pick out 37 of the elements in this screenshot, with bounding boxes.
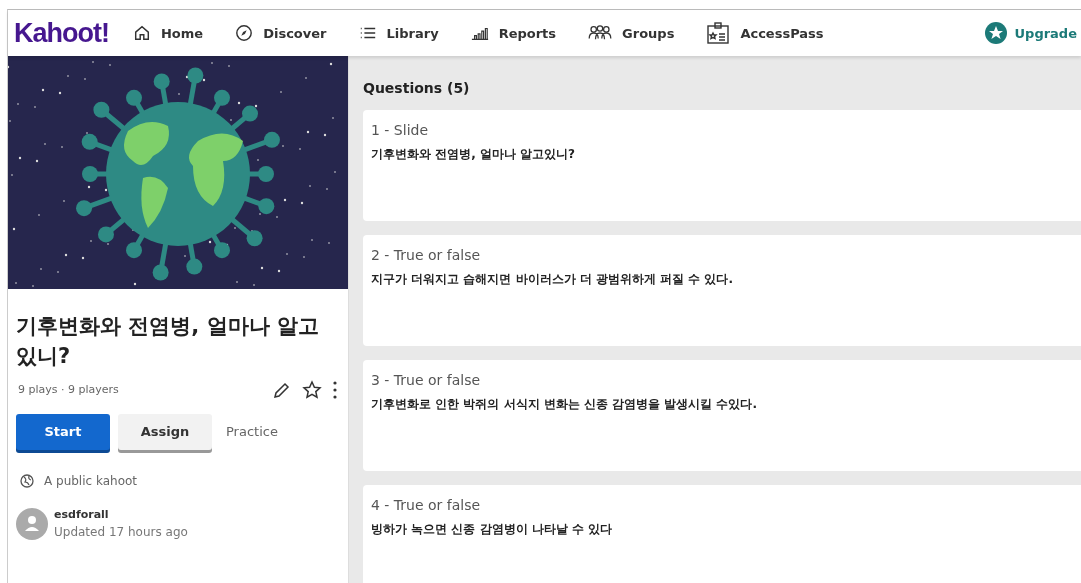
nav-link[interactable]: Discover [235,20,327,46]
question-card[interactable]: 1 - Slide 기후변화와 전염병, 얼마나 알고있니? [363,110,1081,221]
question-card[interactable]: 4 - True or false 빙하가 녹으면 신종 감염병이 나타날 수 있다 [363,485,1081,583]
nav-link[interactable]: Library [358,20,439,46]
question-text: 빙하가 녹으면 신종 감염병이 나타날 수 있다 [371,521,614,538]
play-stats: 9 plays · 9 players [18,383,119,397]
question-text: 기후변화로 인한 박쥐의 서식지 변화는 신종 감염병을 발생시킬 수있다. [371,396,758,413]
question-type: 4 - True or false [371,497,482,513]
question-type: 2 - True or false [371,247,482,263]
nav-link[interactable]: Reports [470,20,557,46]
people-icon [588,24,613,42]
author-name[interactable]: esdforall [54,508,188,522]
badge-card-icon [706,21,731,45]
updated-time: Updated 17 hours ago [54,525,188,540]
favorite-star-icon[interactable] [302,379,322,400]
upgrade-button[interactable]: Upgrade [984,22,1081,44]
question-text: 지구가 더워지고 습해지면 바이러스가 더 광범위하게 퍼질 수 있다. [371,271,734,288]
nav-link[interactable]: Home [133,20,204,46]
question-text: 기후변화와 전염병, 얼마나 알고있니? [371,146,577,163]
question-type: 1 - Slide [371,122,430,138]
practice-link[interactable]: Practice [220,413,284,450]
question-card[interactable]: 3 - True or false 기후변화로 인한 박쥐의 서식지 변화는 신종 감염병을 발생시킬 수있다. [363,360,1081,471]
kahoot-logo[interactable]: Kahoot! [14,17,109,49]
home-icon [133,24,151,42]
question-card[interactable]: 2 - True or false 지구가 더워지고 습해지면 바이러스가 더 광범위하게 퍼질 수 있다. [363,235,1081,346]
compass-icon [235,24,254,42]
avatar-icon [16,507,48,540]
start-button[interactable]: Start [16,413,110,450]
questions-heading: Questions (5) [363,80,471,96]
assign-button[interactable]: Assign [118,413,212,450]
kahoot-title: 기후변화와 전염병, 얼마나 알고있니? [16,313,320,371]
globe-icon [20,473,34,488]
nav-link[interactable]: Groups [588,20,675,46]
nav-link[interactable]: AccessPass [706,17,824,49]
more-icon[interactable] [332,379,338,400]
question-type: 3 - True or false [371,372,482,388]
visibility-label: A public kahoot [44,473,138,488]
